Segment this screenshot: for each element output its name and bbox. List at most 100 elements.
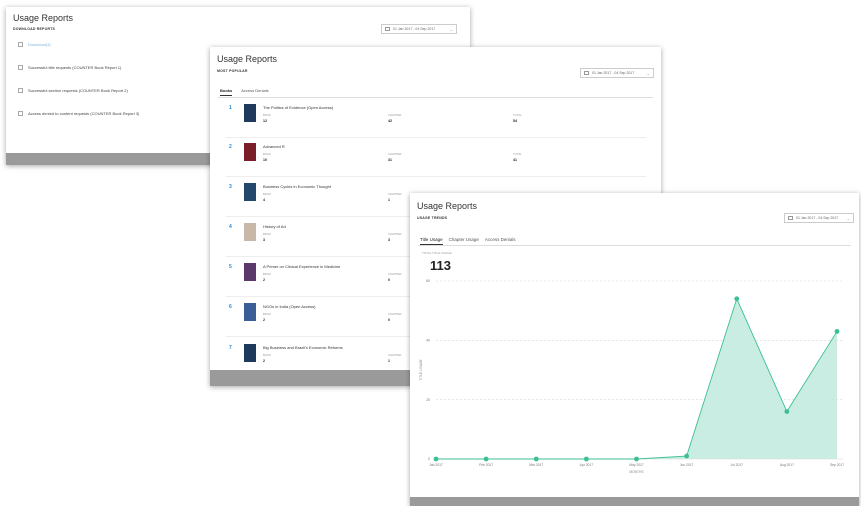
book-count-value: 2 bbox=[263, 359, 265, 363]
chevron-down-icon: ⌄ bbox=[646, 70, 650, 76]
calendar-icon bbox=[385, 27, 390, 31]
book-rank: 4 bbox=[229, 224, 232, 230]
report-item-label: Successful section requests (COUNTER Boo… bbox=[28, 88, 128, 93]
chapter-count-label: CHAPTER bbox=[388, 312, 402, 316]
chapter-count-col: CHAPTER 42 bbox=[388, 113, 401, 123]
book-title-link[interactable]: NGOs in India (Open Access) bbox=[263, 304, 315, 309]
tab-access-denials[interactable]: Access Denials bbox=[241, 88, 268, 96]
book-rank: 6 bbox=[229, 304, 232, 310]
book-cover-image bbox=[244, 303, 256, 321]
x-axis-label: MONTHS bbox=[629, 470, 644, 474]
chapter-count-value: 1 bbox=[388, 198, 390, 202]
book-cover-image bbox=[244, 223, 256, 241]
tab-divider bbox=[218, 97, 653, 98]
report-checkbox[interactable] bbox=[18, 88, 23, 93]
x-tick-label: Apr 2017 bbox=[580, 463, 594, 467]
chapter-count-col: CHAPTER 3 bbox=[388, 232, 401, 242]
book-row[interactable]: 2 Advanced R BOOK 10 CHAPTER 31 TOTAL 41 bbox=[226, 143, 646, 179]
total-count-value: 54 bbox=[513, 119, 517, 123]
book-title-link[interactable]: The Politics of Evidence (Open Access) bbox=[263, 105, 333, 110]
report-item[interactable]: Successful title requests (COUNTER Book … bbox=[18, 64, 198, 71]
date-range-picker[interactable]: 01 Jan 2017 - 04 Sep 2017 ⌄ bbox=[784, 213, 854, 223]
total-usage-label: TOTAL TITLE USAGE bbox=[422, 251, 452, 255]
report-checkbox[interactable] bbox=[18, 65, 23, 70]
page-title: Usage Reports bbox=[13, 13, 74, 23]
report-item[interactable]: Access denied to content requests (COUNT… bbox=[18, 110, 198, 117]
report-item[interactable]: Successful section requests (COUNTER Boo… bbox=[18, 87, 198, 94]
calendar-icon bbox=[584, 71, 589, 75]
page-title: Usage Reports bbox=[417, 201, 478, 211]
trends-tabs: Title Usage Chapter Usage Access Denials bbox=[420, 237, 516, 245]
chapter-count-value: 3 bbox=[388, 238, 390, 242]
date-range-picker[interactable]: 01 Jan 2017 - 04 Sep 2017 ⌄ bbox=[580, 68, 654, 78]
book-count-col: BOOK 2 bbox=[263, 272, 271, 282]
x-tick-label: Feb 2017 bbox=[479, 463, 493, 467]
usage-trend-chart: 0 20 40 60 Jan 2017 Feb 2017 Mar 2017 Apr 2017 M… bbox=[419, 279, 844, 474]
chapter-count-label: CHAPTER bbox=[388, 272, 402, 276]
report-checkbox[interactable] bbox=[18, 111, 23, 116]
total-count-label: TOTAL bbox=[513, 152, 522, 156]
x-tick-label: Jul 2017 bbox=[731, 463, 744, 467]
book-count-value: 10 bbox=[263, 158, 267, 162]
tab-access-denials[interactable]: Access Denials bbox=[485, 237, 516, 245]
book-count-label: BOOK bbox=[263, 192, 272, 196]
report-checkbox[interactable] bbox=[18, 42, 23, 47]
total-count-label: TOTAL bbox=[513, 113, 522, 117]
book-title-link[interactable]: History of Art bbox=[263, 224, 286, 229]
tab-chapter-usage[interactable]: Chapter Usage bbox=[449, 237, 479, 245]
book-title-link[interactable]: Big Business and Brazil's Economic Refor… bbox=[263, 345, 343, 350]
report-item-label: Access denied to content requests (COUNT… bbox=[28, 111, 140, 116]
data-point bbox=[433, 456, 439, 462]
book-row[interactable]: 1 The Politics of Evidence (Open Access) B… bbox=[226, 104, 646, 140]
book-title-link[interactable]: Business Cycles in Economic Thought bbox=[263, 184, 331, 189]
data-point bbox=[684, 453, 690, 459]
chapter-count-label: CHAPTER bbox=[388, 113, 402, 117]
chapter-count-value: 1 bbox=[388, 359, 390, 363]
chapter-count-col: CHAPTER 0 bbox=[388, 312, 401, 322]
data-point bbox=[784, 409, 790, 414]
section-subtitle: DOWNLOAD REPORTS bbox=[13, 27, 56, 31]
data-point bbox=[634, 456, 639, 462]
data-point bbox=[583, 456, 589, 462]
total-count-value: 41 bbox=[513, 158, 517, 162]
page-title: Usage Reports bbox=[217, 54, 278, 64]
data-point bbox=[533, 456, 539, 462]
book-count-value: 2 bbox=[263, 278, 265, 282]
x-tick-label: Sep 2017 bbox=[830, 463, 844, 467]
report-item-label[interactable]: Download(3) bbox=[28, 42, 51, 47]
book-rank: 7 bbox=[229, 345, 232, 351]
tab-divider bbox=[418, 245, 851, 246]
chapter-count-label: CHAPTER bbox=[388, 192, 402, 196]
book-count-label: BOOK bbox=[263, 152, 272, 156]
book-count-value: 4 bbox=[263, 198, 265, 202]
total-usage-value: 113 bbox=[430, 258, 451, 273]
date-range-picker[interactable]: 01 Jan 2017 - 04 Sep 2017 ⌄ bbox=[381, 24, 457, 34]
chevron-down-icon: ⌄ bbox=[449, 26, 453, 32]
book-title-link[interactable]: Advanced R bbox=[263, 144, 285, 149]
book-rank: 5 bbox=[229, 264, 232, 270]
chapter-count-value: 0 bbox=[388, 278, 390, 282]
total-count-col: TOTAL 54 bbox=[513, 113, 522, 123]
report-item[interactable]: Download(3) bbox=[18, 41, 198, 48]
book-title-link[interactable]: A Primer on Clinical Experience in Medic… bbox=[263, 264, 340, 269]
book-cover-image bbox=[244, 344, 256, 362]
chapter-count-col: CHAPTER 1 bbox=[388, 192, 401, 202]
x-tick-label: Jun 2017 bbox=[680, 463, 694, 467]
book-count-label: BOOK bbox=[263, 272, 272, 276]
book-count-label: BOOK bbox=[263, 113, 272, 117]
date-range-value: 01 Jan 2017 - 04 Sep 2017 bbox=[796, 216, 839, 220]
tab-books[interactable]: Books bbox=[220, 88, 233, 96]
data-point bbox=[483, 456, 489, 462]
book-rank: 2 bbox=[229, 144, 232, 150]
book-count-label: BOOK bbox=[263, 232, 272, 236]
usage-trends-panel: Usage Reports USAGE TRENDS 01 Jan 2017 -… bbox=[410, 193, 859, 506]
section-subtitle: MOST POPULAR bbox=[217, 69, 248, 73]
tab-title-usage[interactable]: Title Usage bbox=[420, 237, 443, 245]
data-point bbox=[834, 329, 840, 334]
y-tick-label: 20 bbox=[426, 398, 430, 402]
book-count-value: 2 bbox=[263, 318, 265, 322]
x-tick-label: May 2017 bbox=[629, 463, 644, 467]
report-item-label: Successful title requests (COUNTER Book … bbox=[28, 65, 122, 70]
book-count-label: BOOK bbox=[263, 312, 272, 316]
chapter-count-label: CHAPTER bbox=[388, 152, 402, 156]
